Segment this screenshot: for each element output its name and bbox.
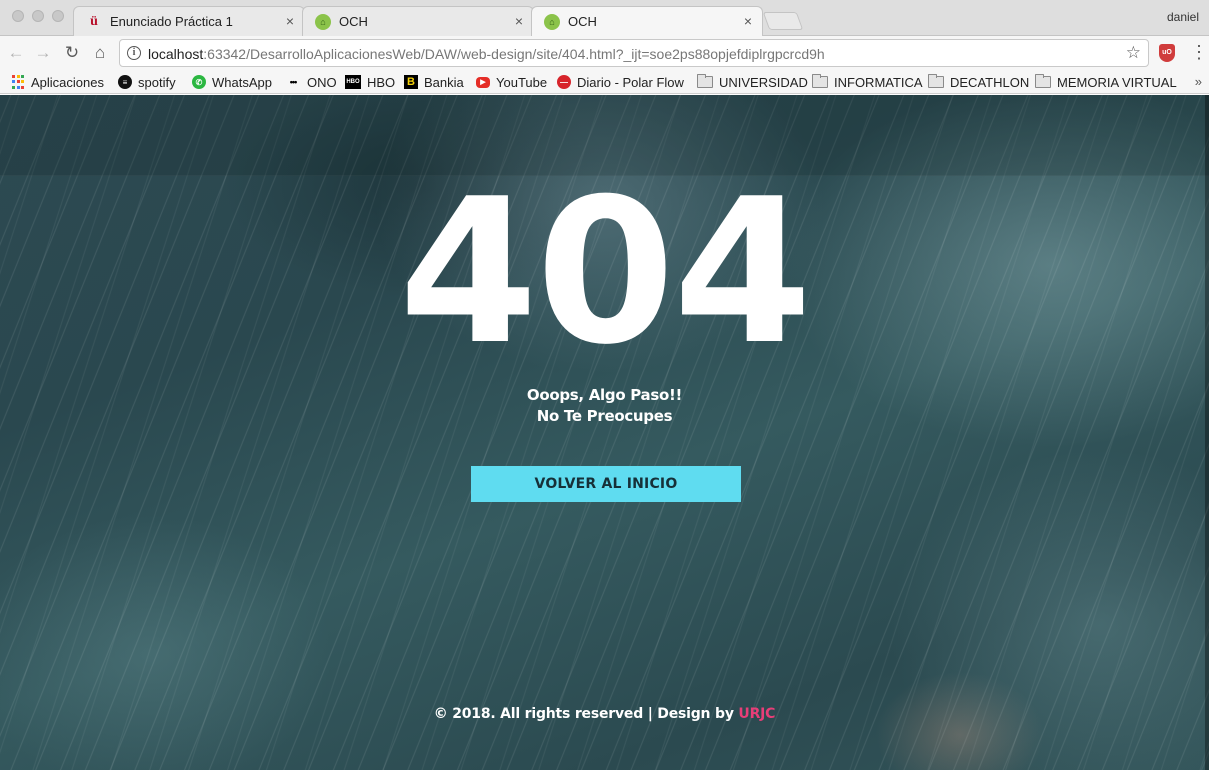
url-text[interactable]: localhost:63342/DesarrolloAplicacionesWe… xyxy=(148,46,825,62)
bookmark-label: HBO xyxy=(367,74,396,90)
window-zoom-control[interactable] xyxy=(52,10,64,22)
tab-strip: ü Enunciado Práctica 1 × ⌂ OCH × ⌂ OCH ×… xyxy=(0,0,1209,37)
url-host: localhost xyxy=(148,46,204,62)
bookmark-bankia[interactable]: B Bankia xyxy=(404,73,464,91)
bookmark-label: Aplicaciones xyxy=(31,74,104,90)
bookmark-youtube[interactable]: ▶ YouTube xyxy=(476,73,547,91)
house-icon: ⌂ xyxy=(544,14,560,30)
spotify-icon: ≡ xyxy=(118,75,132,89)
window-minimize-control[interactable] xyxy=(32,10,44,22)
error-message-subtitle: No Te Preocupes xyxy=(536,407,673,425)
urjc-icon: ü xyxy=(90,14,98,29)
scrollbar[interactable] xyxy=(1205,95,1209,770)
bookmark-label: spotify xyxy=(138,74,176,90)
close-icon[interactable]: × xyxy=(515,13,523,29)
bookmark-whatsapp[interactable]: ✆ WhatsApp xyxy=(192,73,272,91)
footer: © 2018. All rights reserved | Design by … xyxy=(0,706,1209,722)
profile-name[interactable]: daniel xyxy=(1167,10,1199,24)
footer-brand-link[interactable]: URJC xyxy=(738,706,775,722)
polar-icon: — xyxy=(557,75,571,89)
back-to-home-button[interactable]: VOLVER AL INICIO xyxy=(471,466,741,502)
browser-toolbar: ← → ↻ ⌂ i localhost:63342/DesarrolloApli… xyxy=(0,36,1209,70)
close-icon[interactable]: × xyxy=(286,13,294,29)
bookmark-label: Bankia xyxy=(424,74,464,90)
bookmark-label: UNIVERSIDAD xyxy=(719,74,808,90)
menu-icon[interactable]: ⋮ xyxy=(1190,42,1208,62)
folder-icon xyxy=(1035,74,1051,88)
folder-icon xyxy=(812,74,828,88)
bookmark-label: WhatsApp xyxy=(212,74,272,90)
more-bookmarks-icon[interactable]: » xyxy=(1195,74,1202,89)
footer-copyright: © 2018. All rights reserved | Design by xyxy=(433,706,739,722)
bookmark-folder-universidad[interactable]: UNIVERSIDAD xyxy=(697,73,808,91)
reload-icon[interactable]: ↻ xyxy=(62,43,82,63)
tab-title: Enunciado Práctica 1 xyxy=(110,14,233,29)
bookmarks-bar: Aplicaciones ≡ spotify ✆ WhatsApp ••• ON… xyxy=(0,70,1209,94)
bookmark-label: INFORMATICA xyxy=(834,74,923,90)
ono-icon: ••• xyxy=(289,77,297,87)
hbo-icon: HBO xyxy=(345,75,361,89)
folder-icon xyxy=(697,74,713,88)
bookmark-star-icon[interactable]: ☆ xyxy=(1126,43,1141,63)
home-icon[interactable]: ⌂ xyxy=(90,43,110,63)
close-icon[interactable]: × xyxy=(744,13,752,29)
tab-och-active[interactable]: ⌂ OCH × xyxy=(531,6,763,37)
bookmark-label: ONO xyxy=(307,74,337,90)
error-message-title: Ooops, Algo Paso!! xyxy=(526,386,683,404)
window-close-control[interactable] xyxy=(12,10,24,22)
bookmark-folder-informatica[interactable]: INFORMATICA xyxy=(812,73,923,91)
folder-icon xyxy=(928,74,944,88)
tab-enunciado[interactable]: ü Enunciado Práctica 1 × xyxy=(73,6,305,36)
house-icon: ⌂ xyxy=(315,14,331,30)
bookmark-ono[interactable]: ••• ONO xyxy=(285,73,337,91)
tab-och-1[interactable]: ⌂ OCH × xyxy=(302,6,534,36)
apps-grid-icon xyxy=(11,75,25,89)
ublock-extension-icon[interactable]: uO xyxy=(1159,44,1175,62)
new-tab-button[interactable] xyxy=(762,12,804,30)
bookmark-label: Diario - Polar Flow xyxy=(577,74,684,90)
bookmark-folder-decathlon[interactable]: DECATHLON xyxy=(928,73,1029,91)
bookmark-folder-memoria-virtual[interactable]: MEMORIA VIRTUAL xyxy=(1035,73,1177,91)
info-icon[interactable]: i xyxy=(127,46,141,60)
url-path: :63342/DesarrolloAplicacionesWeb/DAW/web… xyxy=(203,46,825,62)
forward-icon[interactable]: → xyxy=(33,43,53,63)
error-code: 404 xyxy=(398,156,812,389)
whatsapp-icon: ✆ xyxy=(192,75,206,89)
back-icon[interactable]: ← xyxy=(6,43,26,63)
bookmark-hbo[interactable]: HBO HBO xyxy=(345,73,395,91)
page-viewport: 404 Ooops, Algo Paso!! No Te Preocupes V… xyxy=(0,95,1209,770)
tab-title: OCH xyxy=(339,14,368,29)
bookmark-label: MEMORIA VIRTUAL xyxy=(1057,74,1177,90)
bookmark-label: YouTube xyxy=(496,74,548,90)
address-bar[interactable]: i localhost:63342/DesarrolloAplicaciones… xyxy=(119,39,1149,67)
youtube-icon: ▶ xyxy=(476,76,490,88)
bankia-icon: B xyxy=(404,75,418,89)
tab-title: OCH xyxy=(568,14,597,29)
bookmark-aplicaciones[interactable]: Aplicaciones xyxy=(11,73,104,91)
bookmark-label: DECATHLON xyxy=(950,74,1030,90)
bookmark-spotify[interactable]: ≡ spotify xyxy=(118,73,176,91)
bookmark-polar-flow[interactable]: — Diario - Polar Flow xyxy=(557,73,684,91)
